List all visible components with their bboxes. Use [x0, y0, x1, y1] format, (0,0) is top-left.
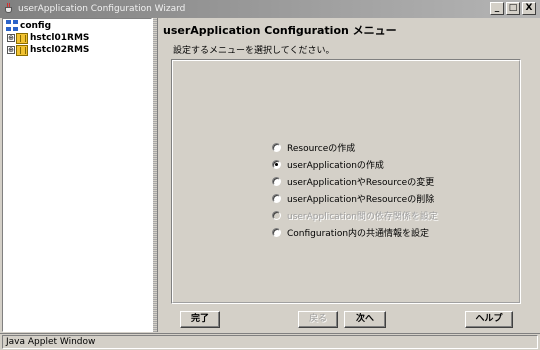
tree-node-label: hstcl01RMS [30, 33, 90, 43]
radio-button-icon[interactable] [272, 143, 281, 152]
radio-create-userapplication[interactable]: userApplicationの作成 [272, 158, 384, 171]
radio-set-dependencies: userApplication間の依存関係を設定 [272, 209, 438, 222]
minimize-button[interactable]: _ [490, 2, 504, 15]
radio-modify-userapplication-resource[interactable]: userApplicationやResourceの変更 [272, 175, 434, 188]
radio-button-icon[interactable] [272, 177, 281, 186]
radio-label: userApplicationやResourceの変更 [287, 178, 435, 188]
java-cup-icon [3, 3, 15, 15]
instruction-text: 設定するメニューを選択してください。 [173, 46, 335, 56]
tree-node-label: hstcl02RMS [30, 45, 90, 55]
close-button[interactable]: X [522, 2, 536, 15]
radio-label: Configuration内の共通情報を設定 [287, 229, 430, 239]
radio-button-icon[interactable] [272, 228, 281, 237]
finish-button[interactable]: 完了 [180, 311, 220, 328]
tree-root-label: config [20, 21, 52, 31]
radio-button-selected-icon[interactable] [272, 160, 281, 169]
window-controls: _ □ X [490, 2, 536, 15]
expand-toggle-icon[interactable]: ⊕ [7, 46, 15, 54]
radio-create-resource[interactable]: Resourceの作成 [272, 141, 355, 154]
status-text: Java Applet Window [2, 335, 538, 349]
host-icon [16, 32, 28, 44]
page-title: userApplication Configuration メニュー [163, 24, 397, 37]
window-title: userApplication Configuration Wizard [18, 4, 186, 14]
radio-label: userApplicationの作成 [287, 161, 384, 171]
expand-toggle-icon[interactable]: ⊕ [7, 34, 15, 42]
host-icon [16, 44, 28, 56]
network-icon [6, 20, 18, 32]
config-tree-panel: config ⊕ hstcl01RMS ⊕ hstcl02RMS [2, 18, 152, 332]
radio-set-common-info[interactable]: Configuration内の共通情報を設定 [272, 226, 429, 239]
tree-node-hstcl01rms[interactable]: ⊕ hstcl01RMS [7, 32, 89, 44]
split-pane-divider[interactable] [152, 18, 158, 332]
window-titlebar: userApplication Configuration Wizard _ □… [0, 0, 540, 18]
help-button[interactable]: ヘルプ [465, 311, 513, 328]
radio-label: userApplication間の依存関係を設定 [287, 212, 438, 222]
back-button: 戻る [298, 311, 338, 328]
radio-button-icon[interactable] [272, 194, 281, 203]
radio-button-icon [272, 211, 281, 220]
radio-label: Resourceの作成 [287, 144, 356, 154]
status-bar: Java Applet Window [0, 333, 540, 350]
next-button[interactable]: 次へ [344, 311, 386, 328]
tree-node-hstcl02rms[interactable]: ⊕ hstcl02RMS [7, 44, 89, 56]
radio-delete-userapplication-resource[interactable]: userApplicationやResourceの削除 [272, 192, 434, 205]
radio-label: userApplicationやResourceの削除 [287, 195, 435, 205]
tree-root-config[interactable]: config [6, 20, 51, 32]
maximize-button[interactable]: □ [506, 2, 520, 15]
